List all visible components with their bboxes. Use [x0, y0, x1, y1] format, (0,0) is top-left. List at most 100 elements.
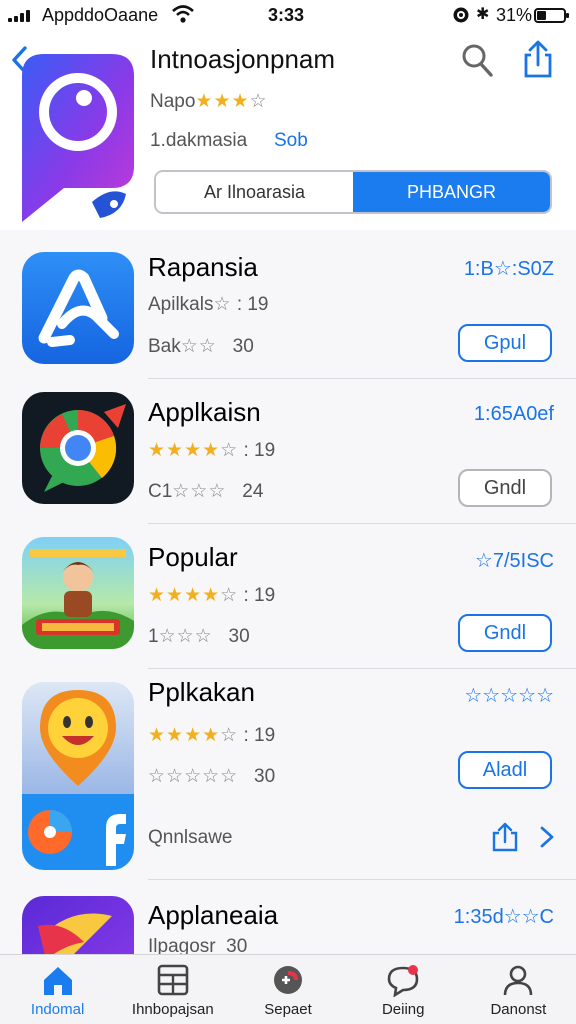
get-button[interactable]: Aladl	[458, 751, 552, 789]
rating-count: 30	[226, 936, 248, 954]
tab-label: Ihnbopajsan	[131, 1001, 214, 1018]
home-icon	[43, 967, 72, 995]
app-name: Applkaisn	[148, 397, 261, 427]
tab-bar: Indomal Ihnbopajsan Sepaet Deiing Danons…	[0, 954, 576, 1024]
featured-meta-link[interactable]: Sob	[274, 130, 308, 152]
rating-count: : 19	[243, 440, 276, 461]
rating-stars: ★★★★	[148, 440, 221, 461]
app-rating: ★★★★☆ : 19	[148, 584, 275, 607]
subtitle-prefix: C1	[148, 481, 173, 502]
subtitle-count: 30	[228, 626, 250, 647]
rating-label: Napo	[150, 91, 196, 112]
rating-stars: ★★★	[195, 91, 250, 112]
rating-hollow-stars: ☆	[220, 725, 239, 746]
list-item[interactable]: Popular ☆7/5ISC ★★★★☆ : 19 1☆☆☆ 30 Gndl	[0, 524, 576, 669]
grid-icon	[157, 964, 189, 996]
rating-stars: ★★★★	[148, 725, 221, 746]
share-icon[interactable]	[490, 822, 520, 852]
app-rating: Apilkals☆ : 19	[148, 293, 269, 316]
featured-rating: Napo★★★☆	[150, 90, 268, 113]
wifi-icon	[172, 5, 194, 23]
rating-hollow-stars: ☆	[220, 585, 239, 606]
subtitle-prefix: Bak	[148, 336, 181, 357]
rating-prefix: Ilpagosr	[148, 936, 216, 954]
app-price: 1:65A0ef	[473, 403, 554, 425]
app-subtitle: Bak☆☆ 30	[148, 335, 254, 358]
app-name: Popular	[148, 542, 238, 572]
share-icon[interactable]	[520, 40, 556, 78]
rating-count: : 19	[236, 294, 269, 315]
app-subtitle: 1☆☆☆ 30	[148, 625, 250, 648]
subtitle-hollow-stars: ☆☆	[180, 336, 217, 357]
rating-hollow-stars: ☆	[249, 91, 268, 112]
subtitle-hollow-stars: ☆☆☆	[158, 626, 213, 647]
bluetooth-icon: ✱	[476, 6, 490, 23]
segment-1[interactable]: PHBANGR	[353, 172, 550, 212]
battery-percent: 31%	[496, 5, 533, 25]
list-item[interactable]: Rapansia 1:B☆:S0Z Apilkals☆ : 19 Bak☆☆ 3…	[0, 230, 576, 379]
person-icon	[504, 965, 533, 996]
app-price: ☆☆☆☆☆	[464, 685, 554, 707]
app-icon	[22, 682, 134, 870]
search-icon[interactable]	[460, 42, 494, 78]
list-item[interactable]: Pplkakan ☆☆☆☆☆ ★★★★☆ : 19 ☆☆☆☆☆ 30 Aladl…	[0, 669, 576, 880]
segment-0[interactable]: Ar Ilnoarasia	[156, 172, 353, 212]
app-name: Rapansia	[148, 252, 258, 282]
tab-label: Sepaet	[264, 1001, 312, 1018]
games-icon	[274, 966, 302, 994]
app-name: Applaneaia	[148, 900, 279, 930]
app-name: Pplkakan	[148, 677, 255, 707]
list-item[interactable]: Applaneaia 1:35d☆☆C Ilpagosr 30	[0, 880, 576, 954]
app-rating: ★★★★☆ : 19	[148, 724, 275, 747]
battery-icon	[534, 8, 569, 23]
rating-count: : 19	[243, 725, 276, 746]
tab-label: Indomal	[30, 1001, 85, 1018]
get-button[interactable]: Gndl	[458, 614, 552, 652]
subtitle-count: 30	[254, 766, 276, 787]
list-item[interactable]: Applkaisn 1:65A0ef ★★★★☆ : 19 C1☆☆☆ 24 G…	[0, 379, 576, 524]
app-subtitle: C1☆☆☆ 24	[148, 480, 263, 503]
rating-count: : 19	[243, 585, 276, 606]
rating-hollow-stars: ☆	[220, 440, 239, 461]
clock: 3:33	[268, 5, 305, 25]
get-button[interactable]: Gndl	[458, 469, 552, 507]
carrier-name: AppddoOaane	[42, 5, 159, 25]
subtitle-hollow-stars: ☆☆☆☆☆	[148, 766, 239, 787]
tab-chat[interactable]: Deiing	[346, 955, 461, 1024]
subtitle-count: 24	[242, 481, 264, 502]
app-price: 1:B☆:S0Z	[463, 258, 554, 280]
app-icon	[22, 537, 134, 649]
app-rating: ★★★★☆ : 19	[148, 439, 275, 462]
app-extra-label: Qnnlsawe	[148, 827, 233, 848]
app-icon	[22, 252, 134, 364]
app-icon	[22, 392, 134, 504]
chevron-right-icon[interactable]	[532, 822, 562, 852]
get-button[interactable]: Gpul	[458, 324, 552, 362]
subtitle-count: 30	[232, 336, 254, 357]
rating-hollow-stars: ☆	[213, 294, 232, 315]
status-bar: AppddoOaane 3:33 ✱ 31%	[0, 0, 576, 32]
app-subtitle: ☆☆☆☆☆ 30	[148, 765, 275, 788]
app-header: Intnoasjonpnam Napo★★★☆ 1.dakmasia Sob A…	[0, 32, 576, 230]
rating-prefix: Apilkals	[148, 294, 214, 315]
app-list: Rapansia 1:B☆:S0Z Apilkals☆ : 19 Bak☆☆ 3…	[0, 230, 576, 954]
tab-games[interactable]: Sepaet	[230, 955, 345, 1024]
featured-app-icon[interactable]	[22, 54, 134, 230]
tab-grid[interactable]: Ihnbopajsan	[115, 955, 230, 1024]
segmented-control: Ar Ilnoarasia PHBANGR	[154, 170, 552, 214]
page-title: Intnoasjonpnam	[150, 44, 336, 74]
app-rating: Ilpagosr 30	[148, 936, 247, 954]
subtitle-prefix: 1	[148, 626, 159, 647]
app-price: ☆7/5ISC	[474, 550, 554, 572]
app-icon	[22, 896, 134, 954]
chat-icon	[387, 965, 419, 997]
tab-home[interactable]: Indomal	[0, 955, 115, 1024]
featured-meta: 1.dakmasia	[150, 130, 248, 151]
tab-label: Danonst	[490, 1001, 547, 1018]
alarm-icon	[453, 7, 469, 23]
app-price: 1:35d☆☆C	[453, 906, 554, 928]
tab-person[interactable]: Danonst	[461, 955, 576, 1024]
signal-icon	[8, 10, 36, 22]
tab-label: Deiing	[381, 1001, 425, 1018]
subtitle-hollow-stars: ☆☆☆	[172, 481, 227, 502]
